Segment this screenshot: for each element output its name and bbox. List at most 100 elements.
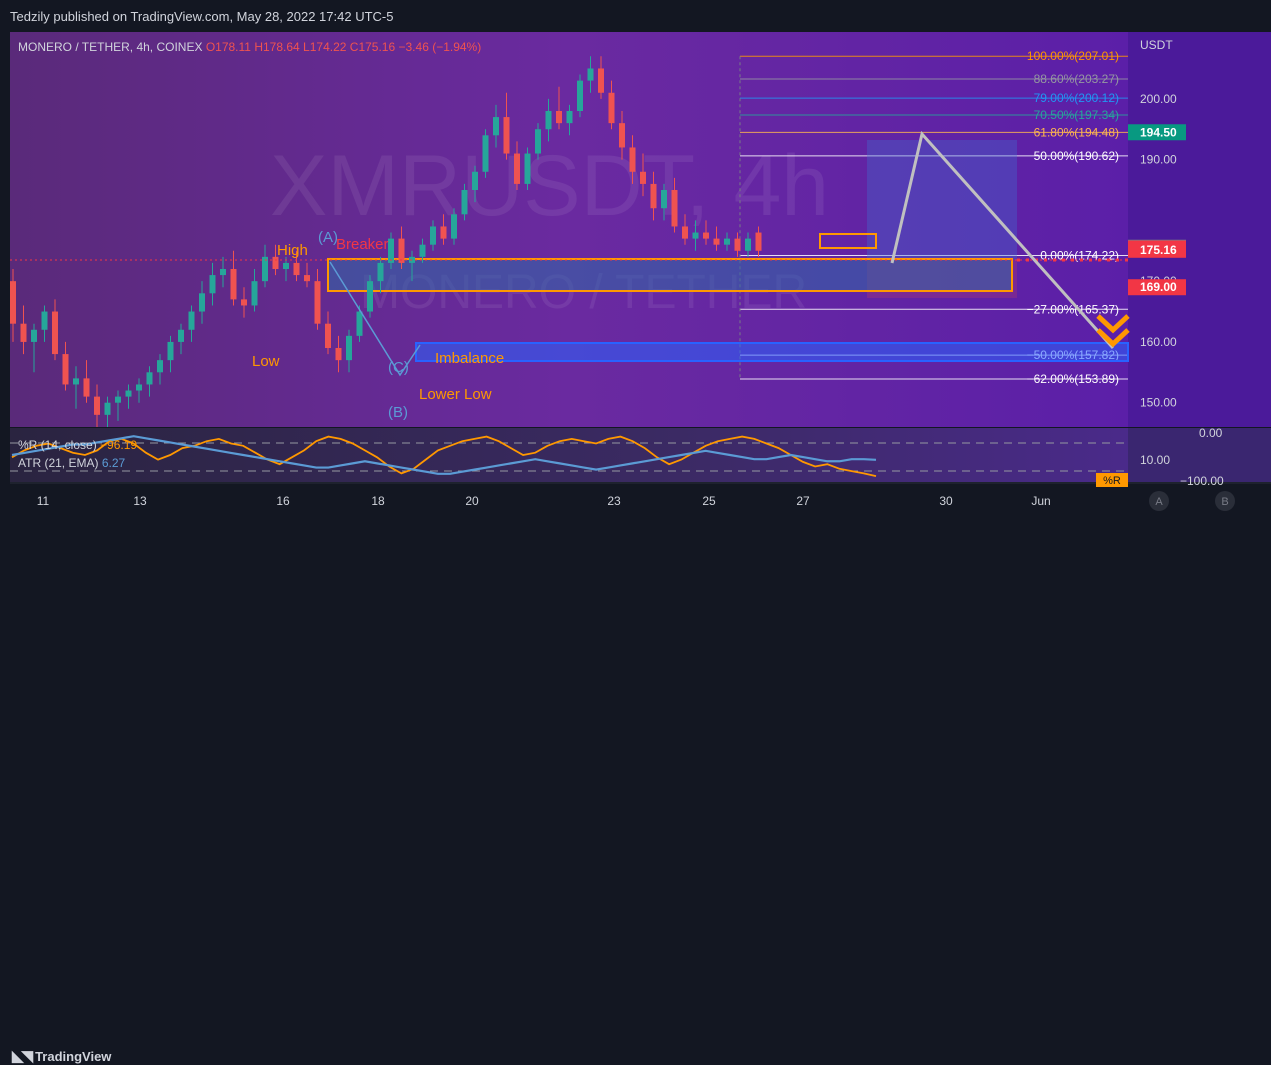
candle-body[interactable] (640, 171, 646, 184)
candle-body[interactable] (461, 190, 468, 215)
wr-value: −96.19 (100, 438, 138, 452)
candle-body[interactable] (556, 111, 562, 124)
candle-body[interactable] (650, 183, 657, 209)
candle-body[interactable] (661, 190, 667, 209)
candle-body[interactable] (136, 384, 142, 391)
symbol-legend: MONERO / TETHER, 4h, COINEX O178.11 H178… (18, 40, 481, 54)
chart-svg[interactable]: XMRUSDT, 4h MONERO / TETHER 100.00%(207.… (0, 0, 1271, 520)
candle-body[interactable] (293, 262, 300, 276)
candle-body[interactable] (755, 232, 762, 251)
candle-body[interactable] (304, 275, 310, 282)
candle-body[interactable] (472, 171, 478, 190)
x-tick-label: 25 (702, 494, 716, 508)
candle-body[interactable] (20, 323, 27, 342)
price-badge-label: 194.50 (1140, 125, 1177, 139)
candle-body[interactable] (367, 281, 373, 312)
candle-body[interactable] (104, 402, 111, 415)
candle-body[interactable] (251, 281, 258, 306)
candle-body[interactable] (734, 238, 741, 251)
candle-body[interactable] (31, 329, 37, 342)
candle-body[interactable] (199, 293, 205, 312)
annotation-label: (A) (318, 229, 338, 246)
candle-body[interactable] (671, 190, 678, 227)
candle-body[interactable] (608, 92, 615, 124)
watermark-main: XMRUSDT, 4h (270, 138, 829, 234)
candle-body[interactable] (619, 123, 625, 148)
legend-close: C175.16 (349, 40, 396, 54)
candle-body[interactable] (115, 396, 121, 403)
fib-label: 100.00%(207.01) (1027, 49, 1119, 63)
tradingview-logo[interactable]: ◣◥ TradingView (12, 1047, 111, 1065)
candle-body[interactable] (83, 378, 90, 397)
candle-body[interactable] (430, 226, 436, 245)
candle-body[interactable] (545, 111, 552, 130)
candle-body[interactable] (335, 348, 342, 361)
candle-body[interactable] (398, 238, 405, 263)
candle-body[interactable] (283, 262, 289, 269)
fib-label: 70.50%(197.34) (1034, 108, 1119, 122)
candle-body[interactable] (356, 311, 363, 336)
candle-body[interactable] (440, 226, 447, 239)
candle-body[interactable] (482, 135, 489, 172)
candle-body[interactable] (514, 153, 520, 184)
fib-label: 88.60%(203.27) (1034, 72, 1119, 86)
candle-body[interactable] (94, 396, 100, 415)
candle-body[interactable] (377, 262, 384, 282)
candle-body[interactable] (314, 281, 321, 324)
candle-body[interactable] (241, 299, 247, 306)
candle-body[interactable] (524, 153, 531, 184)
candle-body[interactable] (587, 68, 594, 81)
wr-badge-label: %R (1103, 475, 1121, 487)
tradingview-logo-icon: ◣◥ (12, 1048, 33, 1065)
candle-body[interactable] (157, 360, 163, 373)
legend-open: O178.11 (205, 40, 251, 54)
y-tick-label: 160.00 (1140, 335, 1177, 349)
candle-body[interactable] (713, 238, 720, 245)
candle-body[interactable] (451, 214, 457, 239)
scale-button-a-label: A (1155, 496, 1163, 508)
legend-symbol: MONERO / TETHER, 4h, COINEX (18, 40, 203, 54)
candle-body[interactable] (419, 244, 426, 257)
imbalance-zone[interactable] (415, 342, 1129, 362)
candle-body[interactable] (188, 311, 195, 330)
candle-body[interactable] (493, 117, 499, 136)
candle-body[interactable] (325, 323, 331, 348)
annotation-label: Lower Low (419, 386, 492, 403)
atr-value: 6.27 (101, 456, 126, 470)
candle-body[interactable] (230, 269, 237, 300)
candle-body[interactable] (745, 238, 751, 251)
annotation-label: Low (252, 353, 280, 370)
candle-body[interactable] (209, 275, 216, 294)
x-tick-label: Jun (1031, 494, 1050, 508)
candle-body[interactable] (535, 129, 541, 154)
candle-body[interactable] (167, 341, 174, 361)
candle-body[interactable] (724, 238, 730, 245)
candle-body[interactable] (598, 68, 604, 93)
x-tick-label: 11 (37, 494, 50, 508)
candle-body[interactable] (703, 232, 709, 239)
wr-label: %R (14, close) (18, 438, 97, 452)
candle-body[interactable] (692, 232, 699, 239)
candle-body[interactable] (346, 335, 352, 361)
indicator-axis-label: 10.00 (1140, 453, 1170, 467)
x-tick-label: 18 (371, 494, 385, 508)
candle-body[interactable] (146, 372, 153, 385)
candle-body[interactable] (62, 354, 69, 385)
candle-body[interactable] (10, 281, 16, 324)
candle-body[interactable] (566, 111, 573, 124)
candle-body[interactable] (178, 329, 184, 342)
x-tick-label: 30 (939, 494, 953, 508)
candle-body[interactable] (503, 117, 510, 154)
candle-body[interactable] (220, 269, 226, 276)
candle-body[interactable] (73, 378, 79, 385)
candle-body[interactable] (388, 238, 394, 263)
candle-body[interactable] (629, 147, 636, 172)
candle-body[interactable] (577, 80, 583, 111)
candle-body[interactable] (52, 311, 58, 355)
candle-body[interactable] (125, 390, 132, 397)
breaker-zone[interactable] (327, 258, 1013, 292)
y-tick-label: 200.00 (1140, 92, 1177, 106)
candle-body[interactable] (41, 311, 48, 330)
candle-body[interactable] (682, 226, 688, 239)
atr-legend: ATR (21, EMA) 6.27 (18, 456, 125, 470)
